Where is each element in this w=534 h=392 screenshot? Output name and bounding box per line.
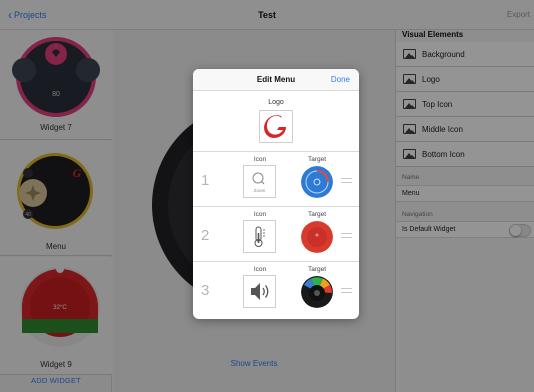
blue-dial-icon bbox=[301, 166, 333, 198]
icon-caption: Icon bbox=[253, 156, 267, 163]
reorder-handle[interactable] bbox=[341, 233, 352, 238]
row-number: 3 bbox=[201, 282, 210, 299]
target-caption: Target bbox=[307, 156, 327, 163]
target-caption: Target bbox=[307, 266, 327, 273]
row-number: 2 bbox=[201, 227, 210, 244]
target-picker[interactable] bbox=[301, 276, 333, 308]
red-dial-icon bbox=[301, 221, 333, 253]
icon-caption: Icon bbox=[253, 211, 267, 218]
menu-row[interactable]: 2 Icon Target bbox=[193, 206, 359, 261]
zoom-icon: Zoom bbox=[252, 172, 266, 193]
icon-picker[interactable]: Zoom bbox=[243, 165, 276, 198]
zoom-icon-label: Zoom bbox=[254, 188, 266, 193]
dialog-header: Edit Menu Done bbox=[193, 69, 359, 91]
target-caption: Target bbox=[307, 211, 327, 218]
icon-picker[interactable] bbox=[243, 220, 276, 253]
done-button[interactable]: Done bbox=[331, 75, 350, 84]
thermometer-icon bbox=[254, 226, 265, 247]
icon-picker[interactable] bbox=[243, 275, 276, 308]
menu-row[interactable]: 3 Icon Target bbox=[193, 261, 359, 316]
logo-image bbox=[264, 115, 286, 138]
volume-dial-icon bbox=[301, 276, 333, 308]
edit-menu-dialog: Edit Menu Done Logo 1 Icon Target Zoom 2… bbox=[193, 69, 359, 319]
reorder-handle[interactable] bbox=[341, 178, 352, 183]
target-picker[interactable] bbox=[301, 221, 333, 253]
speaker-icon bbox=[251, 283, 269, 300]
icon-caption: Icon bbox=[253, 266, 267, 273]
row-number: 1 bbox=[201, 172, 210, 189]
target-picker[interactable] bbox=[301, 166, 333, 198]
menu-row[interactable]: 1 Icon Target Zoom bbox=[193, 151, 359, 206]
logo-caption: Logo bbox=[268, 99, 284, 106]
reorder-handle[interactable] bbox=[341, 288, 352, 293]
logo-picker[interactable] bbox=[259, 110, 293, 143]
